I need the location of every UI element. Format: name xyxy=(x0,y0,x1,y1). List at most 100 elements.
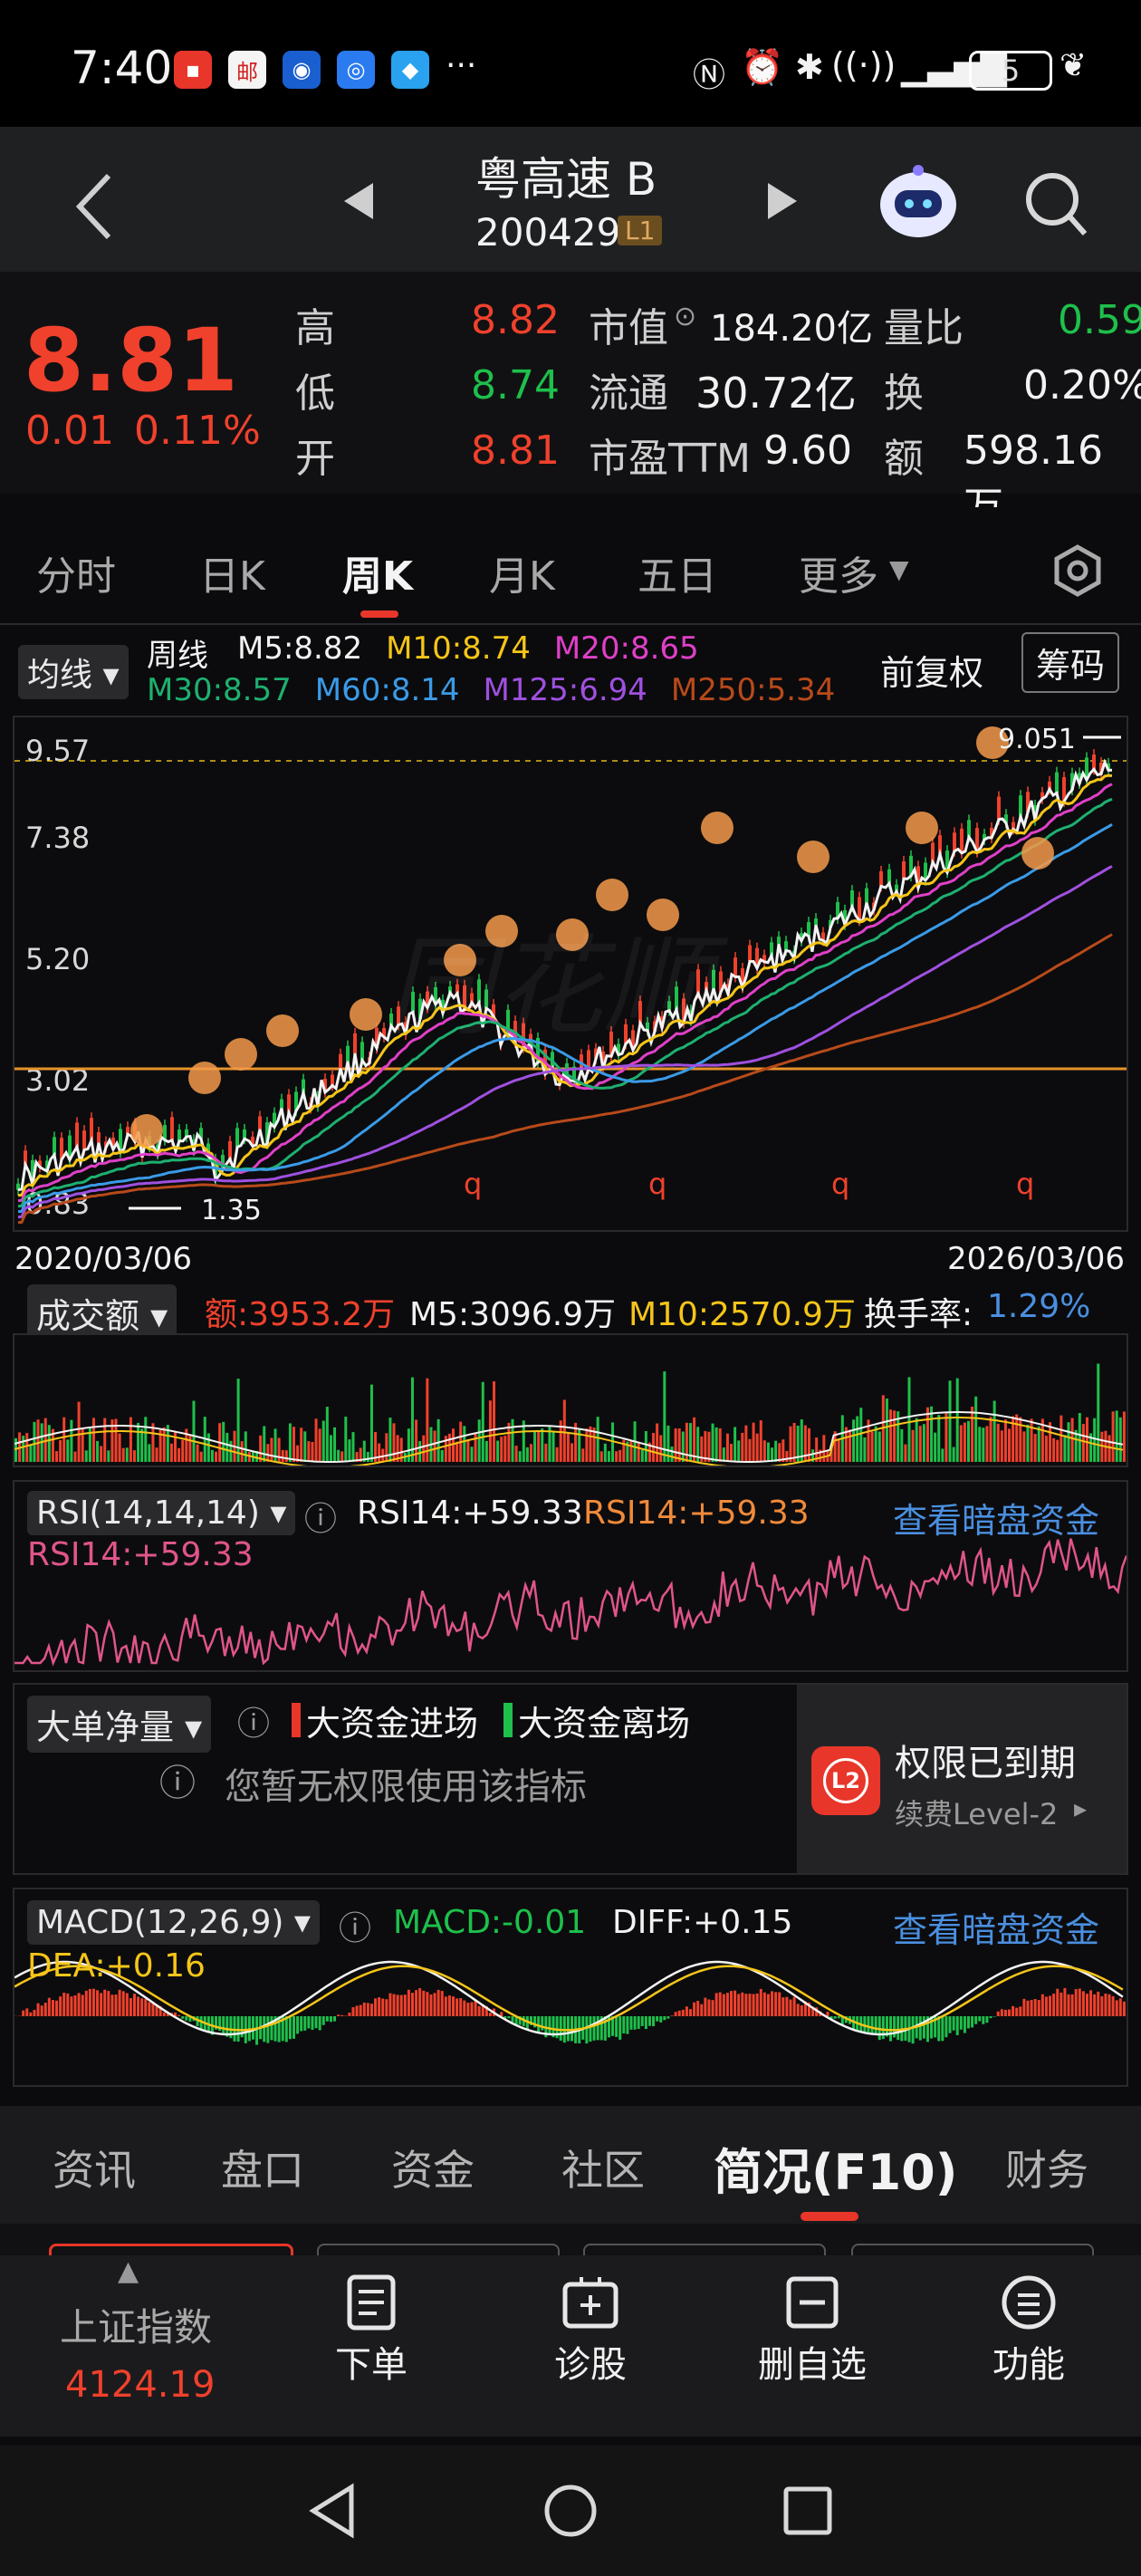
adjust-mode[interactable]: 前复权 xyxy=(880,645,983,695)
tab-five-day[interactable]: 五日 xyxy=(638,543,717,601)
ma-legend-item: M10:8.74 xyxy=(386,630,531,667)
volume-bar xyxy=(707,1431,711,1462)
volume-bar xyxy=(863,1437,867,1462)
mcap-value: 184.20亿 xyxy=(710,308,873,350)
macd-bar xyxy=(974,2016,978,2024)
volume-bar xyxy=(911,1429,915,1462)
tab-monthly-k[interactable]: 月K xyxy=(489,543,555,601)
volume-bar xyxy=(107,1450,110,1462)
chip-distribution-button[interactable]: 筹码 xyxy=(1021,632,1120,693)
help-icon[interactable]: ⓘ xyxy=(339,1902,371,1949)
volume-bar xyxy=(596,1417,599,1462)
macd-bar xyxy=(781,1997,785,2016)
macd-bar xyxy=(296,2016,300,2034)
volume-bar xyxy=(455,1441,459,1462)
nav-back-icon[interactable] xyxy=(306,2482,360,2540)
search-icon[interactable] xyxy=(1021,167,1088,239)
macd-bar xyxy=(955,2016,959,2035)
macd-bar xyxy=(422,1990,426,2016)
tab-intraday[interactable]: 分时 xyxy=(36,543,116,601)
menu-label: 功能 xyxy=(992,2344,1065,2386)
remove-watch-button[interactable]: 删自选 xyxy=(753,2273,871,2388)
macd-bar xyxy=(918,2016,922,2041)
robot-assistant-icon[interactable] xyxy=(877,163,960,241)
signal-bubble xyxy=(701,812,734,844)
volume-selector-label: 成交额 xyxy=(36,1296,140,1336)
back-icon[interactable] xyxy=(72,170,118,243)
settings-icon[interactable] xyxy=(1050,543,1105,598)
l2-badge-text: L2 xyxy=(823,1758,868,1803)
candle xyxy=(931,842,935,862)
macd-bar xyxy=(366,2003,369,2016)
volume-chart[interactable] xyxy=(13,1333,1128,1468)
status-bar: 7:40 ▪ 邮 ◉ ◎ ◆ ··· Ⓝ ⏰ ✱ ((·)) ▁▃▅▇ 5 ❦ xyxy=(0,0,1141,127)
macd-bar xyxy=(488,2013,492,2016)
order-button[interactable]: 下单 xyxy=(326,2273,417,2388)
prev-stock-icon[interactable] xyxy=(342,181,375,221)
volume-bar xyxy=(140,1428,144,1462)
macd-bar xyxy=(399,1994,403,2016)
index-name[interactable]: 上证指数 xyxy=(60,2297,212,2352)
kline-chart[interactable]: 9.57 7.38 5.20 3.02 0.83 9.051 1.35 q q q q 同花顺 xyxy=(13,716,1128,1232)
macd-bar xyxy=(81,1994,84,2016)
l2-badge-icon: L2 xyxy=(811,1746,880,1815)
diagnose-button[interactable]: 诊股 xyxy=(545,2273,636,2388)
volume-bar xyxy=(222,1421,225,1462)
ma-selector[interactable]: 均线 ▾ xyxy=(18,645,129,699)
macd-bar xyxy=(1030,2000,1033,2016)
volume-ratio-label: 量比 xyxy=(884,305,964,351)
next-stock-icon[interactable] xyxy=(766,181,799,221)
divider xyxy=(0,623,1141,625)
macd-bar xyxy=(177,2014,181,2016)
renew-card[interactable]: L2 权限已到期 续费Level-2 ▸ xyxy=(797,1685,1127,1873)
info-dot-icon[interactable]: ⊙ xyxy=(674,301,696,332)
macd-bar xyxy=(1063,1987,1067,2016)
volume-bar xyxy=(1067,1422,1070,1462)
volume-bar xyxy=(566,1433,570,1462)
volume-bar xyxy=(900,1428,904,1462)
candle xyxy=(712,969,715,989)
tab-finance[interactable]: 财务 xyxy=(1005,2138,1088,2197)
nav-recents-icon[interactable] xyxy=(781,2484,835,2538)
tab-funds[interactable]: 资金 xyxy=(391,2138,475,2197)
big-order-selector[interactable]: 大单净量 ▾ xyxy=(27,1696,212,1753)
macd-bar xyxy=(121,1991,125,2016)
tab-orderbook[interactable]: 盘口 xyxy=(221,2138,304,2197)
dark-pool-link[interactable]: 查看暗盘资金 xyxy=(893,1902,1099,1952)
volume-bar xyxy=(837,1439,840,1462)
macd-bar xyxy=(959,2016,963,2030)
help-icon[interactable]: ⓘ xyxy=(237,1697,270,1745)
volume-bar xyxy=(440,1449,444,1462)
macd-bar xyxy=(971,2016,974,2028)
tab-more[interactable]: 更多 xyxy=(799,543,878,601)
nav-home-icon[interactable] xyxy=(542,2482,599,2540)
more-notifications: ··· xyxy=(446,47,477,84)
tab-community[interactable]: 社区 xyxy=(561,2138,645,2197)
chevron-up-icon[interactable]: ▲ xyxy=(118,2255,139,2287)
tab-f10[interactable]: 简况(F10) xyxy=(714,2132,957,2204)
volume-bar xyxy=(1111,1411,1115,1462)
macd-bar xyxy=(355,2005,359,2016)
volume-bar xyxy=(329,1435,332,1462)
tab-weekly-k[interactable]: 周K xyxy=(342,543,413,601)
macd-selector[interactable]: MACD(12,26,9) ▾ xyxy=(27,1900,320,1945)
macd-bar xyxy=(452,1996,455,2016)
volume-bar xyxy=(73,1451,77,1462)
macd-bar xyxy=(181,2016,185,2019)
volume-bar xyxy=(1070,1418,1074,1462)
tab-daily-k[interactable]: 日K xyxy=(199,543,265,601)
macd-bar xyxy=(1012,2005,1015,2016)
menu-button[interactable]: 功能 xyxy=(983,2273,1074,2388)
float-label: 流通 xyxy=(589,370,668,417)
macd-bar xyxy=(359,2004,362,2016)
ma-legend-row1: M5:8.82 M10:8.74 M20:8.65 xyxy=(237,630,817,667)
dark-pool-link[interactable]: 查看暗盘资金 xyxy=(893,1493,1099,1543)
volume-bar xyxy=(314,1418,318,1462)
macd-bar xyxy=(596,2016,599,2041)
tab-news[interactable]: 资讯 xyxy=(53,2138,136,2197)
macd-bar xyxy=(626,2016,629,2034)
macd-bar xyxy=(381,1998,385,2016)
rsi-selector[interactable]: RSI(14,14,14) ▾ xyxy=(27,1491,296,1535)
y-axis-tick: 9.57 xyxy=(25,734,90,768)
help-icon[interactable]: ⓘ xyxy=(304,1493,337,1540)
